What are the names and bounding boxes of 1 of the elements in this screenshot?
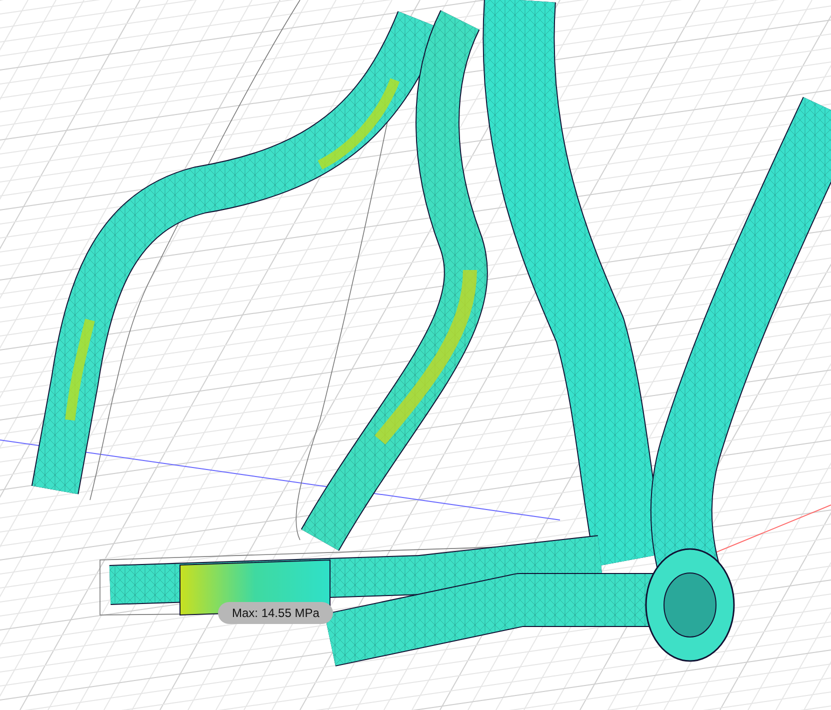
max-stress-label: Max: 14.55 MPa: [218, 602, 334, 624]
